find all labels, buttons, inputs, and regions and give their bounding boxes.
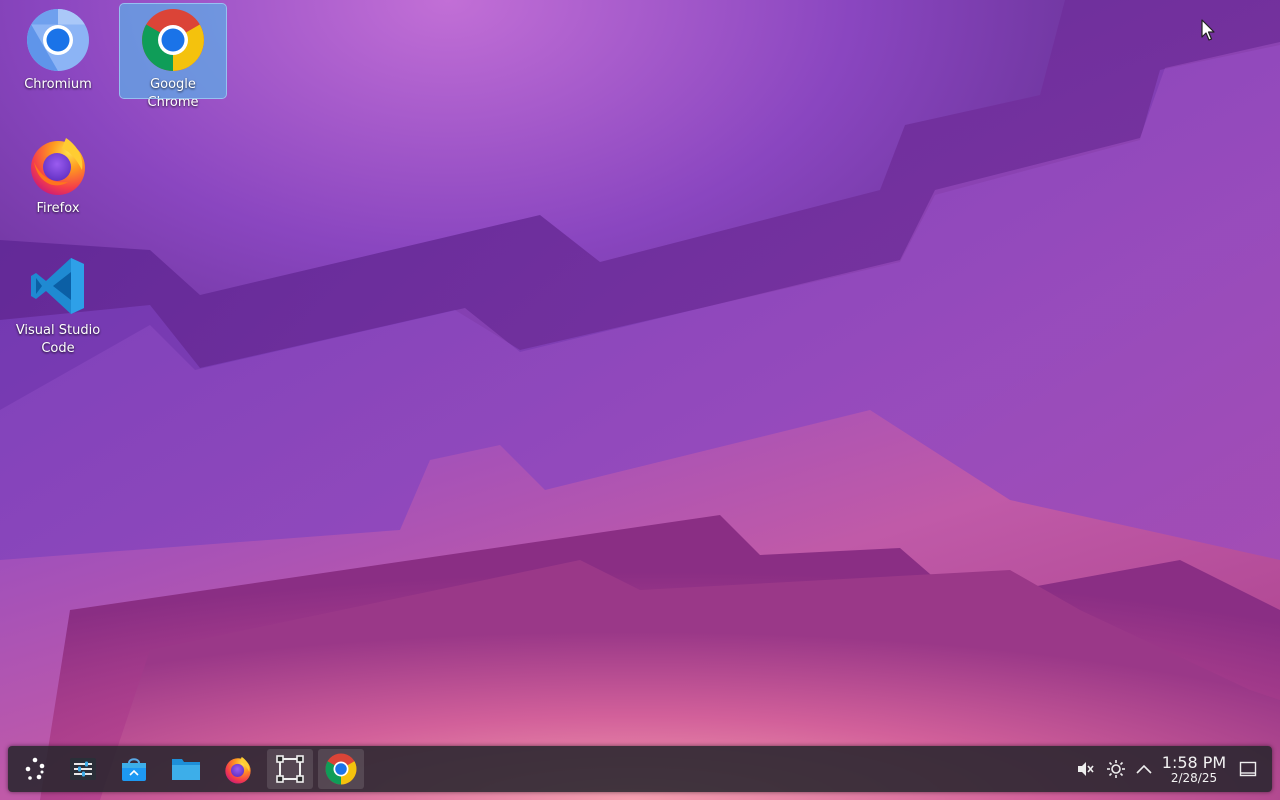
firefox-icon (225, 756, 251, 784)
file-manager-icon (172, 759, 200, 780)
google-chrome-icon (141, 8, 205, 72)
chevron-up-icon (1136, 764, 1152, 774)
desktop-wallpaper (0, 0, 1280, 800)
show-desktop-icon (1239, 761, 1257, 777)
chromium-icon (26, 8, 90, 72)
show-desktop-button[interactable] (1236, 757, 1260, 781)
discover-store-icon (122, 758, 146, 781)
brightness-icon (1107, 760, 1125, 778)
taskbar-file-manager[interactable] (163, 749, 209, 789)
brightness-button[interactable] (1104, 757, 1128, 781)
desktop-icon-label: Firefox (36, 201, 80, 216)
system-settings-icon (70, 758, 96, 780)
taskbar-system-settings[interactable] (60, 749, 106, 789)
taskbar: 1:58 PM 2/28/25 (8, 746, 1272, 792)
clock-time: 1:58 PM (1161, 753, 1227, 772)
app-launcher-button[interactable] (12, 749, 58, 789)
clock-date: 2/28/25 (1170, 771, 1218, 785)
desktop-icon-label: Chromium (24, 77, 92, 92)
taskbar-discover[interactable] (111, 749, 157, 789)
spectacle-screenshot-icon (276, 755, 304, 783)
digital-clock[interactable]: 1:58 PM 2/28/25 (1158, 754, 1230, 785)
taskbar-firefox[interactable] (215, 749, 261, 789)
desktop-icon-firefox[interactable]: Firefox (5, 128, 111, 218)
taskbar-google-chrome[interactable] (318, 749, 364, 789)
desktop-icon-label: Google Chrome (147, 77, 199, 110)
volume-muted-icon (1078, 762, 1094, 776)
firefox-icon (26, 132, 90, 196)
desktop-icon-google-chrome[interactable]: Google Chrome (119, 3, 227, 110)
tray-expander-button[interactable] (1132, 757, 1156, 781)
google-chrome-icon (325, 753, 357, 785)
app-launcher-icon (25, 757, 45, 780)
volume-button[interactable] (1073, 757, 1097, 781)
desktop-icon-chromium[interactable]: Chromium (5, 4, 111, 94)
taskbar-spectacle[interactable] (267, 749, 313, 789)
mouse-cursor-icon (1201, 19, 1215, 41)
vscode-icon (26, 254, 90, 318)
desktop-icon-label: Visual Studio Code (15, 323, 101, 356)
desktop-icon-vscode[interactable]: Visual Studio Code (5, 250, 111, 358)
